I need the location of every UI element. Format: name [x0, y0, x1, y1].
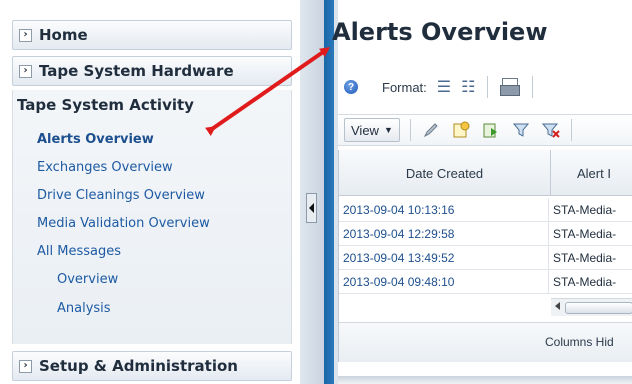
- panel-bottom-edge: [338, 376, 632, 384]
- cell-date-created: 2013-09-04 10:13:16: [343, 198, 549, 222]
- page-title: Alerts Overview: [332, 18, 548, 46]
- cell-alert-id: STA-Media-: [553, 227, 617, 241]
- table-row[interactable]: 2013-09-04 09:48:10 STA-Media-: [339, 270, 632, 294]
- toolbar-separator: [487, 76, 489, 98]
- nav-item-exchanges-overview[interactable]: Exchanges Overview: [37, 160, 173, 175]
- chevron-right-icon: ›: [19, 28, 32, 42]
- navigation-panel: › Home › Tape System Hardware Tape Syste…: [0, 0, 300, 384]
- horizontal-scrollbar[interactable]: [551, 298, 632, 316]
- format-label: Format:: [382, 79, 427, 95]
- table-footer: Columns Hid: [339, 322, 632, 362]
- column-header-alert-id[interactable]: Alert I: [551, 150, 632, 196]
- table-row[interactable]: 2013-09-04 13:49:52 STA-Media-: [339, 246, 632, 270]
- nav-tape-system-activity-section: Tape System Activity Alerts Overview Exc…: [12, 90, 292, 344]
- nav-setup-administration-label: Setup & Administration: [39, 357, 238, 375]
- cell-date-created: 2013-09-04 12:29:58: [343, 222, 549, 246]
- column-header-date-created[interactable]: Date Created: [339, 150, 551, 196]
- view-toolbar: View ▼: [338, 114, 632, 146]
- nav-home-label: Home: [39, 26, 88, 44]
- toolbar-separator: [409, 119, 411, 141]
- scroll-left-icon[interactable]: [555, 302, 560, 310]
- alerts-table: Date Created Alert I 2013-09-04 10:13:16…: [338, 150, 632, 362]
- cell-date-created: 2013-09-04 09:48:10: [343, 270, 549, 294]
- nav-item-messages-analysis[interactable]: Analysis: [57, 301, 111, 316]
- collapse-panel-icon[interactable]: [306, 193, 317, 223]
- table-header: Date Created Alert I: [339, 150, 632, 196]
- format-toolbar: ? Format: ☰ ☷: [338, 70, 632, 104]
- list-icon[interactable]: ☰: [437, 77, 451, 97]
- filter-icon[interactable]: [511, 120, 531, 140]
- table-row[interactable]: 2013-09-04 12:29:58 STA-Media-: [339, 222, 632, 246]
- toolbar-separator: [532, 76, 534, 98]
- scrollbar-thumb[interactable]: [565, 302, 632, 314]
- columns-hidden-text: Columns Hid: [545, 335, 614, 349]
- cell-alert-id: STA-Media-: [553, 251, 617, 265]
- nav-item-drive-cleanings-overview[interactable]: Drive Cleanings Overview: [37, 188, 205, 203]
- clear-filter-icon[interactable]: [541, 120, 561, 140]
- view-menu-label: View: [351, 122, 379, 138]
- new-icon[interactable]: [451, 120, 471, 140]
- main-panel: Alerts Overview ? Format: ☰ ☷ View ▼ Dat…: [324, 0, 632, 384]
- view-menu-button[interactable]: View ▼: [344, 118, 400, 142]
- chevron-right-icon: ›: [19, 64, 32, 78]
- nav-setup-administration-header[interactable]: › Setup & Administration: [12, 351, 292, 381]
- cell-alert-id: STA-Media-: [553, 275, 617, 289]
- edit-icon[interactable]: [421, 120, 441, 140]
- nav-item-media-validation-overview[interactable]: Media Validation Overview: [37, 216, 210, 231]
- nav-tape-system-hardware-label: Tape System Hardware: [39, 62, 234, 80]
- nav-tape-system-activity-title[interactable]: Tape System Activity: [17, 96, 194, 114]
- table-row[interactable]: 2013-09-04 10:13:16 STA-Media-: [339, 198, 632, 222]
- panel-splitter[interactable]: [300, 0, 324, 384]
- cell-date-created: 2013-09-04 13:49:52: [343, 246, 549, 270]
- nav-home-header[interactable]: › Home: [12, 20, 292, 50]
- caret-down-icon: ▼: [383, 125, 393, 135]
- chevron-right-icon: ›: [19, 359, 32, 373]
- nav-item-messages-overview[interactable]: Overview: [57, 272, 118, 287]
- detail-icon[interactable]: ☷: [461, 77, 475, 97]
- nav-item-alerts-overview[interactable]: Alerts Overview: [37, 132, 154, 147]
- toolbar-separator: [570, 119, 572, 141]
- help-icon[interactable]: ?: [344, 80, 358, 94]
- nav-tape-system-hardware-header[interactable]: › Tape System Hardware: [12, 56, 292, 86]
- print-icon[interactable]: [500, 78, 521, 96]
- nav-item-all-messages[interactable]: All Messages: [37, 244, 121, 259]
- cell-alert-id: STA-Media-: [553, 203, 617, 217]
- export-icon[interactable]: [481, 120, 501, 140]
